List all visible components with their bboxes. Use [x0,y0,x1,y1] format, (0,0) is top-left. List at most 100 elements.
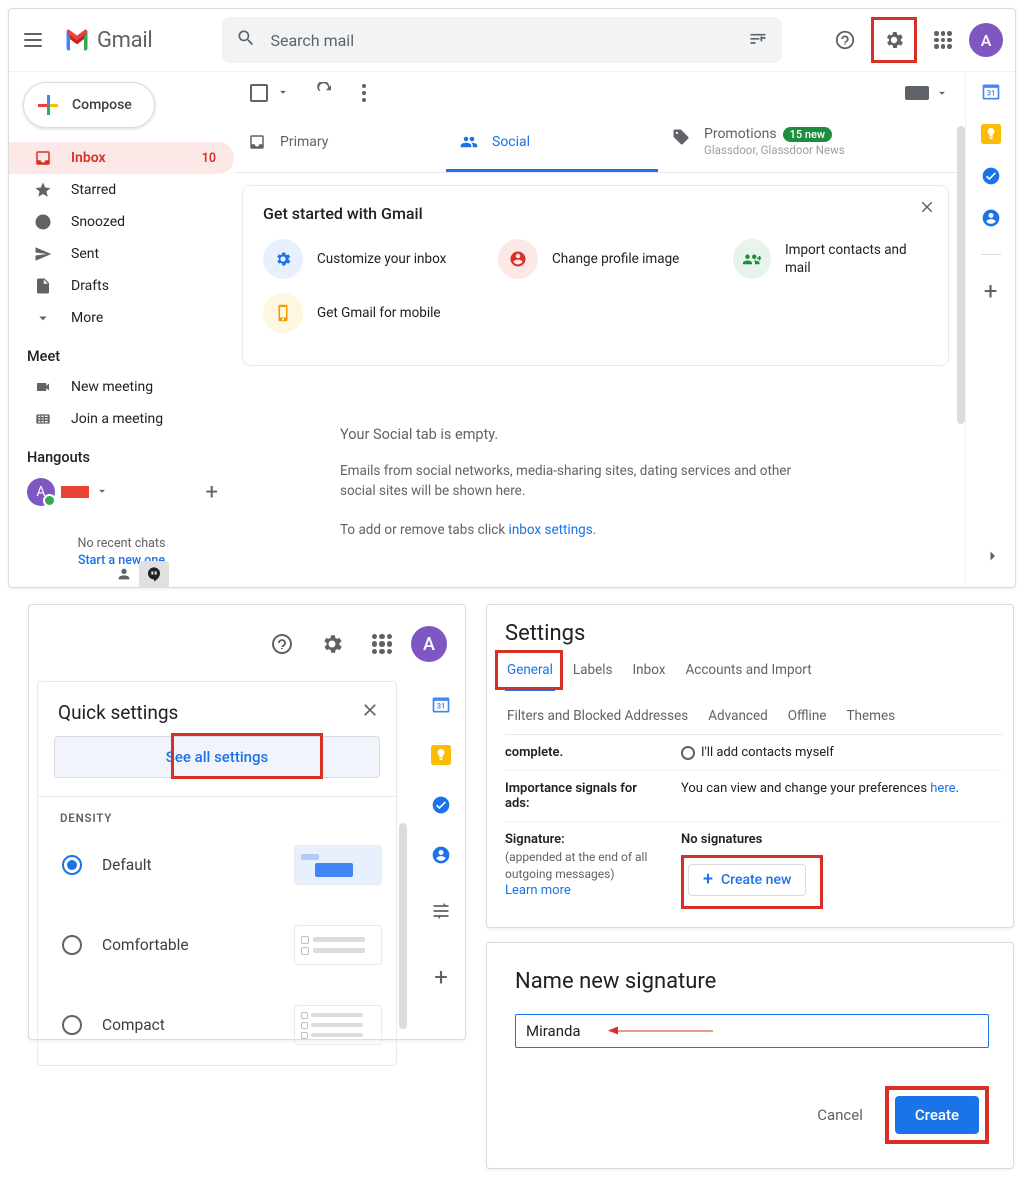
tab-themes[interactable]: Themes [844,702,897,734]
settings-title: Settings [505,621,1003,646]
hangouts-new-chat[interactable]: + [206,480,218,505]
svg-text:31: 31 [437,701,446,710]
sidebar-item-starred[interactable]: Starred [9,174,234,206]
tune-icon[interactable] [431,901,451,921]
select-all-checkbox[interactable] [250,84,268,102]
keep-icon[interactable] [431,745,451,765]
inbox-settings-link[interactable]: inbox settings [509,522,593,538]
create-new-signature-button[interactable]: + Create new [688,864,806,896]
sidebar-label: Inbox [71,150,106,166]
autocomplete-option[interactable]: I'll add contacts myself [681,745,834,760]
tab-primary[interactable]: Primary [234,114,446,172]
search-bar[interactable]: Search mail [222,17,782,63]
close-icon[interactable] [918,198,936,220]
customize-inbox-item[interactable]: Customize your inbox [263,239,458,279]
gmail-wordmark: Gmail [97,28,152,53]
compose-label: Compose [72,97,132,113]
get-gmail-mobile-item[interactable]: Get Gmail for mobile [263,293,458,333]
meet-section-title: Meet [9,334,234,371]
google-apps-icon[interactable] [923,20,963,60]
cancel-button[interactable]: Cancel [803,1098,877,1132]
create-button[interactable]: Create [895,1096,979,1134]
contacts-icon[interactable] [431,845,451,865]
gs-label: Get Gmail for mobile [317,304,441,322]
tab-social[interactable]: Social [446,114,658,172]
right-side-panel: 31 + [965,72,1015,587]
compose-button[interactable]: Compose [23,82,155,128]
meet-new-meeting[interactable]: New meeting [9,371,234,403]
support-icon[interactable] [825,20,865,60]
account-avatar[interactable]: A [411,626,447,662]
gmail-logo[interactable]: Gmail [63,28,152,53]
clock-icon [33,213,53,231]
tab-filters[interactable]: Filters and Blocked Addresses [505,702,690,734]
tab-labels[interactable]: Labels [571,656,615,690]
sidebar-item-more[interactable]: More [9,302,234,334]
calendar-icon[interactable]: 31 [431,695,451,715]
main-menu-button[interactable] [21,28,45,52]
sidebar-item-inbox[interactable]: Inbox 10 [9,142,234,174]
contacts-icon[interactable] [981,208,1001,228]
tasks-icon[interactable] [431,795,451,815]
gs-label: Change profile image [552,250,679,268]
tab-accounts[interactable]: Accounts and Import [683,656,813,690]
chevron-down-icon[interactable] [95,483,109,502]
search-options-icon[interactable] [748,28,768,52]
sidebar-label: Drafts [71,278,109,294]
sidebar-item-drafts[interactable]: Drafts [9,270,234,302]
sidebar-item-sent[interactable]: Sent [9,238,234,270]
promotions-badge: 15 new [783,127,832,142]
calendar-icon[interactable]: 31 [981,82,1001,102]
svg-text:31: 31 [986,88,995,97]
collapse-panel-icon[interactable] [983,547,1001,569]
hangouts-avatar[interactable]: A [27,478,55,506]
signature-name-input[interactable] [515,1014,989,1048]
contacts-tab-icon[interactable] [109,561,139,587]
import-contacts-item[interactable]: Import contacts and mail [733,239,928,279]
settings-gear-icon[interactable] [871,17,917,63]
refresh-icon[interactable] [298,82,334,104]
see-all-settings-wrap: See all settings [38,736,396,796]
here-link[interactable]: here [930,781,955,796]
sidebar: Compose Inbox 10 Starred Snoozed [9,72,234,587]
sidebar-item-snoozed[interactable]: Snoozed [9,206,234,238]
scrollbar-thumb[interactable] [399,823,407,1029]
meet-join-meeting[interactable]: Join a meeting [9,403,234,435]
tab-offline[interactable]: Offline [786,702,829,734]
gs-label: Import contacts and mail [785,241,928,277]
gs-label: Customize your inbox [317,250,446,268]
account-avatar[interactable]: A [969,23,1003,57]
input-method-icon[interactable] [905,86,949,100]
density-thumbnail [294,925,382,965]
select-dropdown-icon[interactable] [276,84,290,103]
change-profile-item[interactable]: Change profile image [498,239,693,279]
see-all-settings-button[interactable]: See all settings [54,736,380,778]
scrollbar-thumb[interactable] [957,126,965,424]
hangouts-tab-icon[interactable] [139,561,169,587]
settings-gear-icon[interactable] [311,623,353,665]
keep-icon[interactable] [981,124,1001,144]
sidebar-label: Starred [71,182,116,198]
meet-label: New meeting [71,379,153,395]
tab-inbox[interactable]: Inbox [631,656,668,690]
toolbar [234,72,965,114]
density-option-compact[interactable]: Compact [60,985,396,1065]
add-on-plus-icon[interactable]: + [984,277,998,305]
tasks-icon[interactable] [981,166,1001,186]
more-menu-icon[interactable] [362,84,366,102]
account-icon [498,239,538,279]
tab-advanced[interactable]: Advanced [706,702,770,734]
autocomplete-label: complete. [505,745,663,760]
inbox-count: 10 [202,151,216,166]
learn-more-link[interactable]: Learn more [505,883,663,898]
support-icon[interactable] [261,623,303,665]
close-icon[interactable] [360,700,380,724]
add-on-plus-icon[interactable]: + [434,963,448,991]
density-label: Comfortable [102,936,274,954]
tab-general[interactable]: General [505,656,555,691]
density-option-default[interactable]: Default [60,825,396,905]
google-apps-icon[interactable] [361,623,403,665]
density-option-comfortable[interactable]: Comfortable [60,905,396,985]
tab-promotions[interactable]: Promotions 15 new Glassdoor, Glassdoor N… [658,114,918,172]
promotions-senders: Glassdoor, Glassdoor News [704,143,845,157]
